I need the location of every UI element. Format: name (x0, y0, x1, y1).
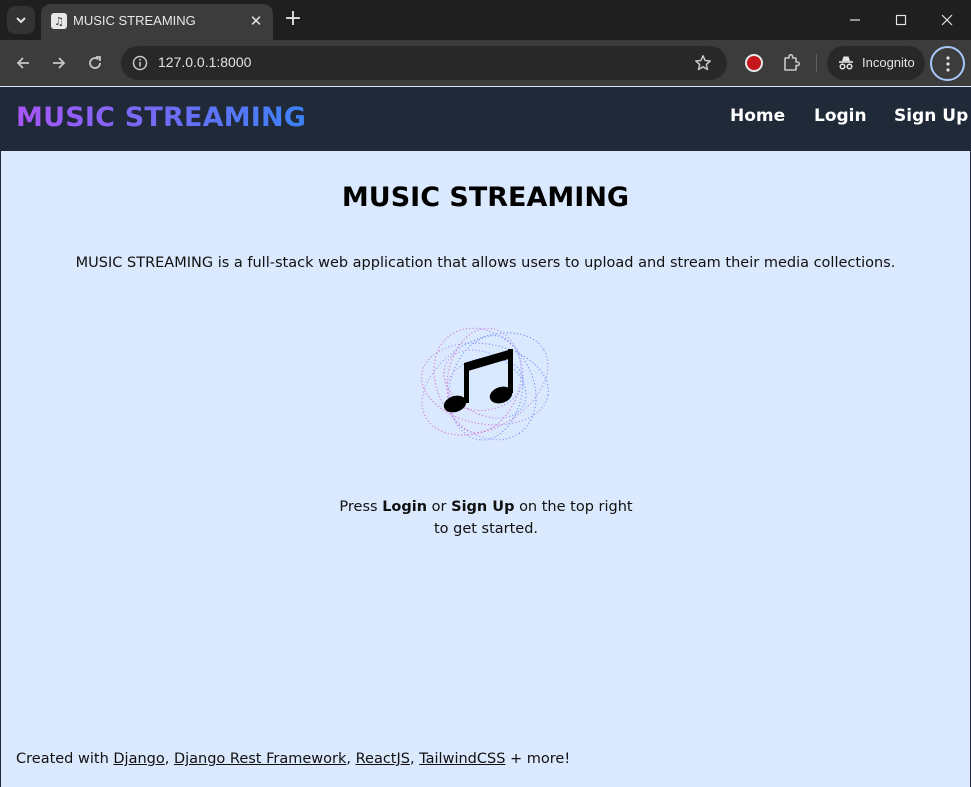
bookmark-star-icon[interactable] (692, 52, 714, 74)
cta-or: or (431, 499, 447, 515)
footer-link-reactjs[interactable]: ReactJS (356, 751, 410, 767)
get-started-text: Press Login or Sign Up on the top right … (336, 496, 636, 540)
new-tab-button[interactable]: + (281, 7, 305, 31)
extensions-puzzle-icon[interactable] (779, 51, 803, 75)
page-title: MUSIC STREAMING (341, 182, 630, 213)
incognito-icon (837, 54, 855, 72)
maximize-icon (895, 14, 907, 26)
arrow-right-icon (53, 57, 66, 69)
close-window-button[interactable] (924, 4, 970, 36)
arrow-left-icon (16, 57, 29, 69)
forward-button[interactable] (45, 49, 73, 77)
browser-toolbar: 127.0.0.1:8000 Incognito (0, 40, 971, 86)
nav-signup-link[interactable]: Sign Up (894, 106, 968, 126)
app-description: MUSIC STREAMING is a full-stack web appl… (75, 255, 896, 271)
address-bar[interactable]: 127.0.0.1:8000 (121, 46, 727, 80)
music-note-logo-icon (421, 327, 549, 441)
music-note-favicon-icon: ♫ (51, 13, 67, 29)
tab-list-button[interactable] (7, 6, 35, 34)
footer-link-tailwindcss[interactable]: TailwindCSS (419, 751, 505, 767)
footer-link-drf[interactable]: Django Rest Framework (174, 751, 346, 767)
incognito-label: Incognito (862, 55, 915, 70)
brand-logo-text[interactable]: MUSIC STREAMING (16, 102, 306, 133)
incognito-badge[interactable]: Incognito (827, 46, 925, 80)
toolbar-divider (816, 54, 817, 72)
close-icon (941, 14, 953, 26)
footer-prefix: Created with (16, 751, 109, 767)
more-vertical-icon (945, 55, 950, 72)
site-info-icon[interactable] (130, 53, 150, 73)
close-tab-icon[interactable]: ✕ (247, 12, 265, 30)
minimize-icon (850, 19, 860, 21)
reload-button[interactable] (81, 49, 109, 77)
browser-menu-button[interactable] (930, 46, 965, 81)
cta-signup-emphasis: Sign Up (451, 499, 515, 515)
browser-titlebar: ♫ MUSIC STREAMING ✕ + (0, 0, 971, 40)
url-text[interactable]: 127.0.0.1:8000 (158, 54, 251, 70)
minimize-button[interactable] (832, 4, 878, 36)
nav-home-link[interactable]: Home (730, 106, 785, 126)
site-navbar: MUSIC STREAMING Home Login Sign Up (1, 87, 970, 151)
nav-login-link[interactable]: Login (814, 106, 867, 126)
reload-icon (89, 56, 101, 69)
cta-login-emphasis: Login (382, 499, 428, 515)
cta-prefix: Press (339, 499, 378, 515)
tab-title: MUSIC STREAMING (73, 13, 196, 28)
browser-tab[interactable]: ♫ MUSIC STREAMING ✕ (41, 4, 273, 40)
footer-link-django[interactable]: Django (113, 751, 164, 767)
footer-suffix: + more! (510, 751, 571, 767)
back-button[interactable] (9, 49, 37, 77)
page-footer: Created with Django, Django Rest Framewo… (16, 751, 571, 767)
maximize-button[interactable] (878, 4, 924, 36)
extension-icon[interactable] (745, 54, 763, 72)
chevron-down-icon (16, 17, 26, 24)
